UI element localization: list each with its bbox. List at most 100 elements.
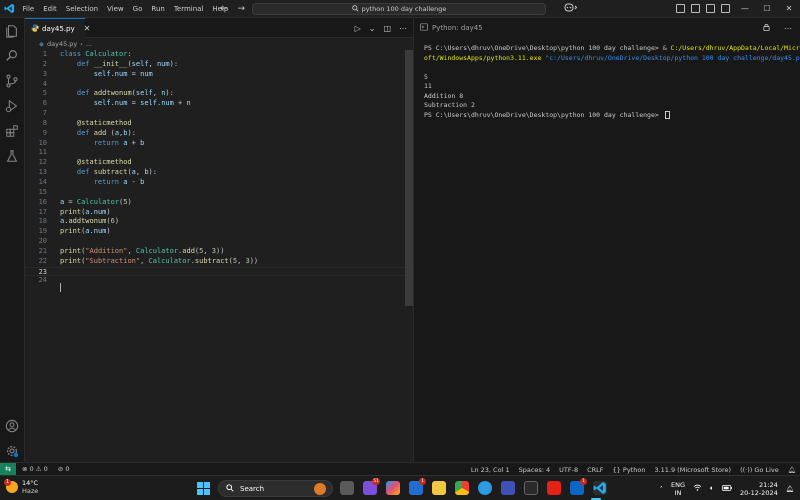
line-number: 8 [42, 118, 47, 127]
code-editor[interactable]: 1 class Calculator: 2 def __init__(self, … [25, 50, 413, 286]
clock[interactable]: 21:24 20-12-2024 [740, 481, 778, 497]
lock-icon[interactable] [763, 23, 770, 33]
extensions-icon[interactable] [5, 124, 19, 138]
problems-indicator[interactable]: ⊗ 0 ⚠ 0 [22, 465, 48, 473]
minimize-icon[interactable]: — [734, 0, 756, 18]
code-text: @staticmethod [76, 118, 132, 127]
language-mode[interactable]: {} Python [613, 466, 646, 474]
code-line: 14 return a - b [25, 178, 413, 188]
menu-view[interactable]: View [103, 0, 129, 18]
vscode-logo-icon [0, 0, 18, 18]
remote-window-icon[interactable]: ⇆ [0, 462, 16, 476]
notifications-bell-icon[interactable]: 🔔︎ [788, 466, 796, 474]
close-window-icon[interactable]: ✕ [778, 0, 800, 18]
line-number: 3 [42, 69, 47, 78]
menu-edit[interactable]: Edit [39, 0, 62, 18]
python-path-part1: C:/Users/dhruv/AppData/Local/Micros [670, 44, 800, 52]
terminal-output[interactable]: PS C:\Users\dhruv\OneDrive\Desktop\pytho… [414, 38, 800, 120]
menu-go[interactable]: Go [128, 0, 147, 18]
code-line: 8 @staticmethod [25, 119, 413, 129]
warning-count: 0 [43, 465, 48, 473]
linkedin-icon[interactable]: 1 [570, 478, 587, 495]
weather-widget[interactable]: 1 14°C Haze [4, 479, 38, 495]
source-control-icon[interactable] [5, 74, 19, 88]
breadcrumb-more[interactable]: ... [86, 40, 92, 48]
run-debug-icon[interactable] [5, 99, 19, 113]
more-actions-icon[interactable]: ⋯ [399, 24, 407, 33]
run-python-icon[interactable]: ▷ [355, 24, 361, 33]
menu-file[interactable]: File [18, 0, 39, 18]
app-icon-a[interactable]: 51 [363, 478, 380, 495]
battery-icon[interactable] [721, 484, 732, 493]
editor-scrollbar[interactable] [405, 50, 413, 306]
copilot-icon[interactable] [564, 3, 578, 14]
code-text: print(a.num) [60, 227, 111, 236]
menu-selection[interactable]: Selection [61, 0, 102, 18]
explorer-icon[interactable] [5, 24, 19, 38]
testing-flask-icon[interactable] [5, 149, 19, 163]
file-explorer-icon[interactable] [432, 481, 446, 495]
terminal-tab-python[interactable]: Python: day45 [414, 18, 483, 38]
task-view-icon[interactable] [340, 481, 354, 495]
command-center-search[interactable]: python 100 day challenge [252, 3, 546, 15]
volume-icon[interactable]: 🔈︎ [710, 484, 714, 493]
terminal-cursor [664, 110, 670, 119]
menu-terminal[interactable]: Terminal [169, 0, 208, 18]
cursor-position[interactable]: Ln 23, Col 1 [471, 466, 510, 474]
customize-layout-icon[interactable] [721, 4, 730, 13]
language-indicator[interactable]: ENG IN [671, 481, 685, 497]
windows-start-icon[interactable] [197, 482, 210, 495]
terminal-output-line: 5 [424, 72, 428, 81]
line-ending[interactable]: CRLF [587, 466, 603, 474]
indentation[interactable]: Spaces: 4 [519, 466, 551, 474]
toggle-sidebar-icon[interactable] [676, 4, 685, 13]
encoding[interactable]: UTF-8 [559, 466, 578, 474]
text-cursor [60, 283, 61, 292]
code-line: 16 a = Calculator(5) [25, 198, 413, 208]
split-editor-icon[interactable]: ◫ [383, 24, 391, 33]
vscode-taskbar-icon[interactable] [593, 481, 607, 495]
forward-arrow-icon[interactable]: → [238, 4, 246, 14]
accounts-icon[interactable] [5, 419, 19, 433]
teams-icon[interactable]: 1 [409, 478, 426, 495]
toggle-panel-icon[interactable] [691, 4, 700, 13]
code-line: 11 [25, 148, 413, 158]
go-live-button[interactable]: ((·)) Go Live [740, 466, 779, 474]
status-left: ⊗ 0 ⚠ 0 ⊘ 0 [16, 465, 69, 473]
close-tab-icon[interactable]: ✕ [84, 24, 91, 33]
weather-sun-icon: 1 [4, 479, 18, 493]
code-line: 9 def add (a,b): [25, 129, 413, 139]
app-icon-c[interactable] [501, 481, 515, 495]
run-dropdown-icon[interactable]: ⌄ [369, 24, 376, 33]
layout-controls [676, 4, 730, 13]
title-bar: File Edit Selection View Go Run Terminal… [0, 0, 800, 18]
tray-overflow-icon[interactable]: ˄ [660, 485, 663, 493]
ports-indicator[interactable]: ⊘ 0 [58, 465, 70, 473]
python-interpreter[interactable]: 3.11.9 (Microsoft Store) [654, 466, 731, 474]
toggle-secondary-sidebar-icon[interactable] [706, 4, 715, 13]
tab-day45[interactable]: day45.py ✕ [25, 18, 90, 38]
breadcrumb-file[interactable]: day45.py [47, 40, 77, 48]
manage-gear-icon[interactable] [5, 444, 19, 458]
edge-icon[interactable] [478, 481, 492, 495]
braces-icon: {} [612, 465, 621, 474]
youtube-icon[interactable] [547, 481, 561, 495]
wifi-icon[interactable] [693, 484, 702, 493]
notification-center-icon[interactable]: 🔔︎ [786, 485, 794, 493]
search-view-icon[interactable] [5, 49, 19, 63]
code-text: a.addtwonum(6) [60, 217, 120, 226]
menu-run[interactable]: Run [147, 0, 169, 18]
app-icon-d[interactable] [524, 481, 538, 495]
code-text: return a + b [93, 138, 145, 147]
taskbar-search[interactable]: Search [218, 480, 333, 497]
terminal-icon [420, 23, 428, 33]
more-actions-icon[interactable]: ⋯ [784, 24, 792, 33]
windows-taskbar: 1 14°C Haze Search 51 1 1 ˄ ENG IN 🔈︎ 21… [0, 475, 800, 500]
copilot-app-icon[interactable] [386, 481, 400, 495]
maximize-icon[interactable]: ☐ [756, 0, 778, 18]
chrome-icon[interactable] [455, 481, 469, 495]
back-arrow-icon[interactable]: ← [220, 4, 228, 14]
